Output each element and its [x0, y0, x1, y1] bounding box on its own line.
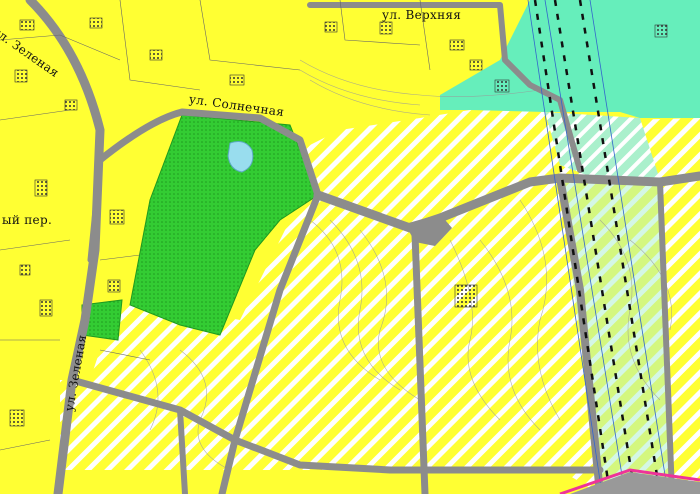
map-canvas[interactable] [0, 0, 700, 494]
street-label-pereulok: ый пер. [2, 213, 53, 227]
map-view[interactable]: ул. Верхняя ул. Солнечная ул. Зеленая ул… [0, 0, 700, 494]
street-label-verkhnyaya: ул. Верхняя [382, 8, 462, 22]
